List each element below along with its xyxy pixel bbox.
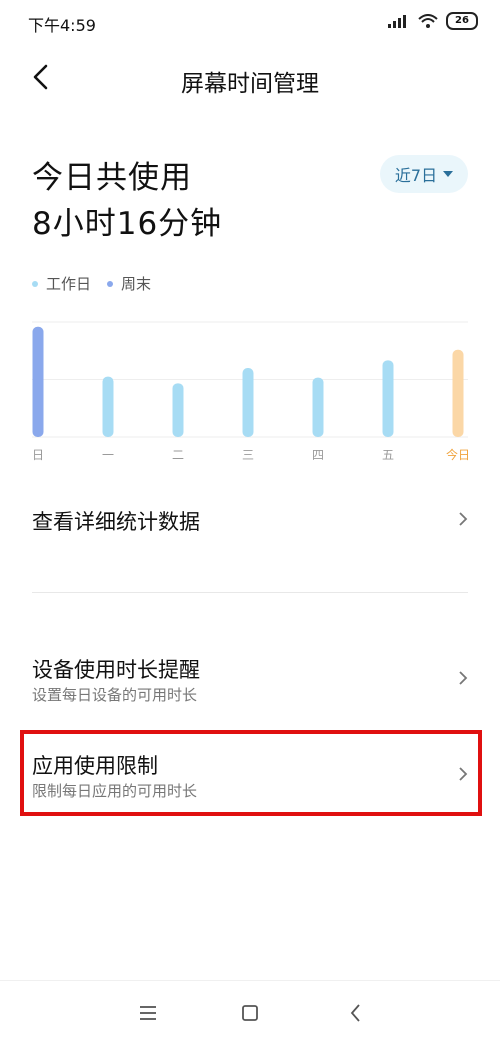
- chart-bar-6[interactable]: [452, 349, 464, 437]
- battery-indicator: 26: [446, 12, 478, 30]
- chart-bar-4[interactable]: [312, 377, 324, 437]
- back-triangle-icon[interactable]: [344, 1001, 368, 1025]
- legend-dot-weekend: [107, 280, 114, 287]
- legend-label-weekday: 工作日: [46, 275, 92, 293]
- chart-tick-label-6: 今日: [446, 447, 470, 462]
- chart-tick-label-4: 四: [312, 448, 324, 462]
- chart-tick-label-3: 三: [242, 448, 254, 462]
- legend-item-weekday: 工作日: [32, 273, 91, 294]
- signal-icon: [388, 15, 406, 28]
- chart-bar-2[interactable]: [172, 383, 184, 437]
- legend-label-weekend: 周末: [121, 275, 152, 293]
- device-usage-reminder-row[interactable]: 设备使用时长提醒 设置每日设备的可用时长: [0, 642, 500, 714]
- chart-tick-label-1: 一: [102, 448, 114, 462]
- system-navigation-bar: [0, 980, 500, 1043]
- chart-tick-label-5: 五: [382, 448, 394, 462]
- section-divider: [32, 592, 468, 593]
- chart-tick-label-0: 日: [32, 448, 44, 462]
- view-detailed-stats-row[interactable]: 查看详细统计数据: [0, 488, 500, 552]
- view-detailed-stats-label: 查看详细统计数据: [32, 510, 200, 534]
- chart-bar-1[interactable]: [102, 376, 114, 437]
- usage-summary-value: 8小时16分钟: [32, 206, 223, 242]
- chart-legend: 工作日 周末: [32, 273, 151, 294]
- page-title: 屏幕时间管理: [181, 71, 319, 97]
- chart-bar-3[interactable]: [242, 368, 254, 437]
- status-icons: 26: [388, 12, 478, 30]
- chart-bar-0[interactable]: [32, 326, 44, 437]
- caret-down-icon: [443, 171, 454, 177]
- chevron-right-icon: [459, 671, 468, 685]
- chart-bar-5[interactable]: [382, 360, 394, 437]
- legend-item-weekend: 周末: [107, 273, 151, 294]
- highlight-box: [20, 730, 482, 816]
- device-usage-reminder-title: 设备使用时长提醒: [32, 658, 200, 682]
- range-dropdown-button[interactable]: 近7日: [380, 155, 468, 193]
- home-square-icon[interactable]: [238, 1001, 262, 1025]
- title-bar: 屏幕时间管理: [0, 52, 500, 106]
- menu-icon[interactable]: [136, 1001, 160, 1025]
- chevron-right-icon: [459, 512, 468, 526]
- chart-tick-label-2: 二: [172, 448, 184, 462]
- device-usage-reminder-subtitle: 设置每日设备的可用时长: [32, 686, 198, 704]
- usage-bar-chart: 日 一 二 三 四 五 今日: [32, 321, 470, 462]
- range-dropdown-label: 近7日: [394, 166, 438, 185]
- status-time: 下午4:59: [28, 16, 96, 35]
- usage-summary-label: 今日共使用: [32, 160, 192, 196]
- status-bar: 下午4:59 26: [0, 0, 500, 44]
- wifi-icon: [418, 14, 438, 28]
- legend-dot-weekday: [32, 280, 38, 287]
